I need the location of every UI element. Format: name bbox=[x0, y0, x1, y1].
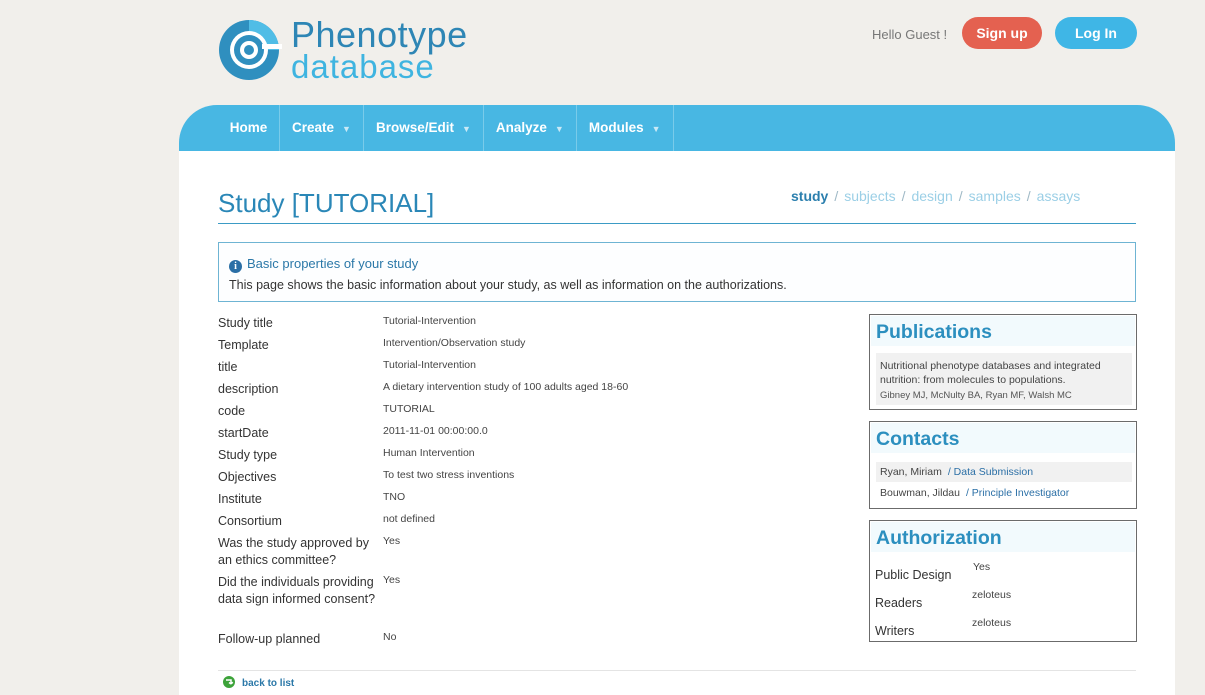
nav-modules[interactable]: Modules ▼ bbox=[577, 105, 674, 151]
signup-button[interactable]: Sign up bbox=[962, 17, 1042, 49]
back-arrow-icon bbox=[223, 676, 235, 688]
info-box: i Basic properties of your study This pag… bbox=[218, 242, 1136, 302]
subnav-study[interactable]: study bbox=[791, 188, 828, 204]
property-value: 2011-11-01 00:00:00.0 bbox=[383, 425, 488, 437]
nav-analyze[interactable]: Analyze ▼ bbox=[484, 105, 577, 151]
property-value: not defined bbox=[383, 513, 435, 525]
property-label: Institute bbox=[218, 492, 262, 506]
chevron-down-icon: ▼ bbox=[342, 124, 351, 134]
publications-header: Publications bbox=[871, 316, 1135, 346]
property-label: Follow-up planned bbox=[218, 632, 321, 646]
back-to-list-link[interactable]: back to list bbox=[222, 676, 294, 689]
contact-role: / Data Submission bbox=[947, 466, 1034, 478]
info-text: This page shows the basic information ab… bbox=[229, 278, 787, 292]
property-label: Was the study approved by an ethics comm… bbox=[218, 536, 370, 567]
contacts-title: Contacts bbox=[876, 428, 960, 450]
property-label: Template bbox=[218, 338, 269, 352]
subnav-design[interactable]: design bbox=[911, 188, 952, 204]
nav-create[interactable]: Create ▼ bbox=[280, 105, 364, 151]
authorization-label: Readers bbox=[875, 596, 923, 610]
property-value: Human Intervention bbox=[383, 447, 475, 459]
contact-name: Bouwman, Jildau bbox=[880, 487, 960, 499]
contact-name: Ryan, Miriam bbox=[880, 466, 942, 478]
property-value: Tutorial-Intervention bbox=[383, 359, 476, 371]
property-value: TNO bbox=[383, 491, 406, 503]
authorization-label: Writers bbox=[875, 624, 915, 638]
subnav-separator: / bbox=[834, 188, 839, 204]
chevron-down-icon: ▼ bbox=[651, 124, 661, 134]
property-label: Study title bbox=[218, 316, 273, 330]
property-label: Did the individuals providing data sign … bbox=[218, 575, 376, 606]
property-value: Yes bbox=[383, 574, 401, 586]
logo-text-database: database bbox=[291, 48, 435, 85]
login-button[interactable]: Log In bbox=[1055, 17, 1137, 49]
footer-divider bbox=[218, 670, 1136, 671]
subnav-subjects[interactable]: subjects bbox=[844, 188, 895, 204]
contacts-header: Contacts bbox=[871, 423, 1135, 453]
property-label: Study type bbox=[218, 448, 278, 462]
info-title-text: Basic properties of your study bbox=[247, 256, 419, 271]
main-navbar: Home Create ▼ Browse/Edit ▼ Analyze ▼ Modul… bbox=[179, 105, 1175, 151]
contact-row: Ryan, Miriam / Data Submission bbox=[876, 462, 1132, 482]
property-value: To test two stress inventions bbox=[383, 469, 515, 481]
nav-create-label: Create bbox=[292, 120, 335, 135]
study-subnav: study / subjects / design / samples / assays bbox=[791, 188, 1080, 204]
nav-modules-label: Modules bbox=[588, 120, 644, 135]
publications-title: Publications bbox=[876, 321, 992, 343]
property-value: Tutorial-Intervention bbox=[383, 315, 476, 327]
property-value: Intervention/Observation study bbox=[383, 337, 526, 349]
info-title: i Basic properties of your study bbox=[229, 256, 418, 273]
authorization-title: Authorization bbox=[876, 527, 1002, 549]
authorization-box: Authorization Public Design Yes Readers … bbox=[869, 520, 1137, 642]
property-label: Objectives bbox=[218, 470, 277, 484]
property-label: code bbox=[218, 404, 246, 418]
chevron-down-icon: ▼ bbox=[461, 124, 471, 134]
subnav-separator: / bbox=[1026, 188, 1031, 204]
property-label: startDate bbox=[218, 426, 269, 440]
nav-home-label: Home bbox=[229, 120, 268, 135]
property-value: A dietary intervention study of 100 adul… bbox=[383, 381, 629, 393]
nav-analyze-label: Analyze bbox=[495, 120, 547, 135]
publication-title: Nutritional phenotype databases and inte… bbox=[880, 360, 1101, 386]
authorization-value: Yes bbox=[973, 561, 991, 573]
page-title: Study [TUTORIAL] bbox=[218, 188, 435, 218]
property-label: title bbox=[218, 360, 238, 374]
authorization-header: Authorization bbox=[871, 522, 1135, 552]
contacts-box: Contacts Ryan, Miriam / Data Submission B… bbox=[869, 421, 1137, 509]
property-value: TUTORIAL bbox=[383, 403, 435, 415]
back-to-list-label: back to list bbox=[242, 678, 295, 689]
nav-browse-edit[interactable]: Browse/Edit ▼ bbox=[364, 105, 484, 151]
publications-box: Publications Nutritional phenotype datab… bbox=[869, 314, 1137, 410]
chevron-down-icon: ▼ bbox=[554, 124, 564, 134]
info-icon: i bbox=[229, 260, 242, 273]
nav-home[interactable]: Home bbox=[218, 105, 280, 151]
property-value: No bbox=[383, 631, 397, 643]
publication-authors: Gibney MJ, McNulty BA, Ryan MF, Walsh MC bbox=[880, 390, 1072, 401]
logo[interactable]: Phenotype database bbox=[216, 14, 476, 85]
contact-role: / Principle Investigator bbox=[965, 487, 1070, 499]
authorization-value: zeloteus bbox=[972, 589, 1012, 601]
property-label: Consortium bbox=[218, 514, 282, 528]
nav-browse-label: Browse/Edit bbox=[375, 120, 454, 135]
subnav-samples[interactable]: samples bbox=[969, 188, 1021, 204]
subnav-separator: / bbox=[958, 188, 963, 204]
property-value: Yes bbox=[383, 535, 401, 547]
greeting-text: Hello Guest ! bbox=[872, 27, 948, 42]
subnav-separator: / bbox=[901, 188, 906, 204]
property-label: description bbox=[218, 382, 279, 396]
title-divider bbox=[218, 223, 1136, 224]
authorization-value: zeloteus bbox=[972, 617, 1012, 629]
logo-mark-icon bbox=[219, 20, 282, 80]
authorization-label: Public Design bbox=[875, 568, 952, 582]
subnav-assays[interactable]: assays bbox=[1037, 188, 1081, 204]
contact-row: Bouwman, Jildau / Principle Investigator bbox=[876, 483, 1132, 503]
publication-item[interactable]: Nutritional phenotype databases and inte… bbox=[876, 353, 1132, 405]
